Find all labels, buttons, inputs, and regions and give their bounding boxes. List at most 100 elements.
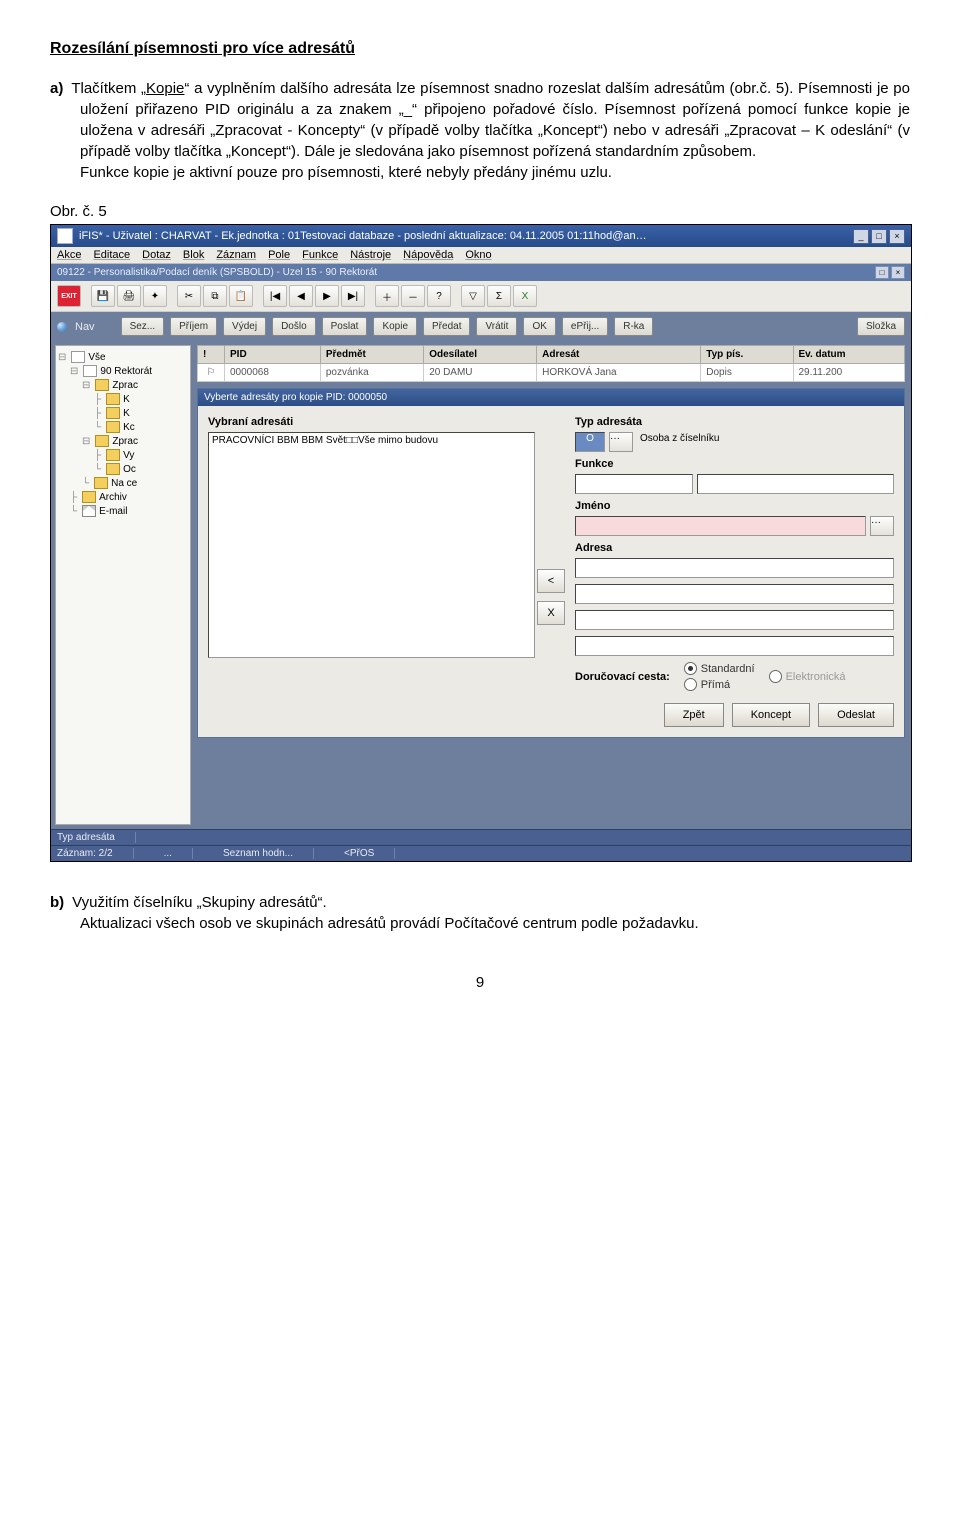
cell-excl: ⚐ bbox=[198, 364, 225, 382]
maximize-button[interactable]: □ bbox=[871, 229, 887, 244]
minimize-button[interactable]: _ bbox=[853, 229, 869, 244]
remove-recipient-button[interactable]: < bbox=[537, 569, 565, 593]
status-bar-2: Záznam: 2/2 ... Seznam hodn... <PřOS bbox=[51, 845, 911, 861]
envelope-icon bbox=[82, 505, 96, 517]
radio-electronic-label: Elektronická bbox=[786, 671, 846, 683]
add-record-icon[interactable]: ＋ bbox=[375, 285, 399, 307]
address-input-3[interactable] bbox=[575, 610, 894, 630]
status-bar: Typ adresáta bbox=[51, 829, 911, 845]
address-input-4[interactable] bbox=[575, 636, 894, 656]
nav-sez-button[interactable]: Sez... bbox=[121, 317, 165, 336]
recipient-type-lookup-button[interactable]: ··· bbox=[609, 432, 633, 452]
menu-nastroje[interactable]: Nástroje bbox=[350, 249, 391, 261]
recipient-type-code-input[interactable]: O bbox=[575, 432, 605, 452]
toolbar: EXIT 💾 🖨 ✦ ✂ ⧉ 📋 |◀ ◀ ▶ ▶| ＋ － ? ▽ Σ X bbox=[51, 281, 911, 312]
copy-icon[interactable]: ⧉ bbox=[203, 285, 227, 307]
tool-icon[interactable]: ✦ bbox=[143, 285, 167, 307]
sub-restore-button[interactable]: □ bbox=[875, 266, 889, 279]
menu-okno[interactable]: Okno bbox=[465, 249, 491, 261]
nav-doslo-button[interactable]: Došlo bbox=[272, 317, 316, 336]
print-icon[interactable]: 🖨 bbox=[117, 285, 141, 307]
tree-node-k1[interactable]: K bbox=[123, 394, 130, 405]
folder-icon bbox=[94, 477, 108, 489]
name-lookup-button[interactable]: ··· bbox=[870, 516, 894, 536]
filter-icon[interactable]: ▽ bbox=[461, 285, 485, 307]
radio-direct[interactable]: Přímá bbox=[684, 678, 755, 691]
nav-kopie-button[interactable]: Kopie bbox=[373, 317, 417, 336]
figure-label: Obr. č. 5 bbox=[50, 203, 910, 220]
nav-predat-button[interactable]: Předat bbox=[423, 317, 470, 336]
col-excl[interactable]: ! bbox=[198, 346, 225, 364]
tree-node-vy[interactable]: Vy bbox=[123, 450, 134, 461]
tree-node-archiv[interactable]: Archiv bbox=[99, 492, 127, 503]
nav-row: Nav Sez... Příjem Výdej Došlo Poslat Kop… bbox=[51, 312, 911, 341]
tree-node-zprac[interactable]: Zprac bbox=[112, 380, 138, 391]
function-input[interactable] bbox=[575, 474, 693, 494]
radio-standard[interactable]: Standardní bbox=[684, 662, 755, 675]
tree-node-email[interactable]: E-mail bbox=[99, 506, 127, 517]
col-date[interactable]: Ev. datum bbox=[793, 346, 905, 364]
folder-icon bbox=[106, 407, 120, 419]
nav-vydej-button[interactable]: Výdej bbox=[223, 317, 266, 336]
menu-blok[interactable]: Blok bbox=[183, 249, 204, 261]
close-button[interactable]: × bbox=[889, 229, 905, 244]
sum-icon[interactable]: Σ bbox=[487, 285, 511, 307]
selected-recipients-list[interactable]: PRACOVNÍCI BBM BBM Svět□□Vše mimo budovu bbox=[208, 432, 535, 658]
nav-eprij-button[interactable]: ePřij... bbox=[562, 317, 608, 336]
name-label: Jméno bbox=[575, 500, 894, 512]
save-icon[interactable]: 💾 bbox=[91, 285, 115, 307]
paste-icon[interactable]: 📋 bbox=[229, 285, 253, 307]
folder-tree[interactable]: ⊟Vše ⊟90 Rektorát ⊟Zprac ├K ├K └Kc ⊟Zpra… bbox=[55, 345, 191, 825]
back-button[interactable]: Zpět bbox=[664, 703, 724, 727]
nav-rka-button[interactable]: R-ka bbox=[614, 317, 653, 336]
tree-node-oc[interactable]: Oc bbox=[123, 464, 136, 475]
col-subject[interactable]: Předmět bbox=[320, 346, 423, 364]
col-pid[interactable]: PID bbox=[225, 346, 321, 364]
function-text-input[interactable] bbox=[697, 474, 894, 494]
nav-vratit-button[interactable]: Vrátit bbox=[476, 317, 517, 336]
nav-ok-button[interactable]: OK bbox=[523, 317, 555, 336]
name-input[interactable] bbox=[575, 516, 866, 536]
list-item[interactable]: PRACOVNÍCI BBM BBM Svět□□Vše mimo budovu bbox=[212, 435, 531, 446]
menu-dotaz[interactable]: Dotaz bbox=[142, 249, 171, 261]
tree-node-zprac2[interactable]: Zprac bbox=[112, 436, 138, 447]
next-record-icon[interactable]: ▶ bbox=[315, 285, 339, 307]
tree-node-rektorat[interactable]: 90 Rektorát bbox=[100, 366, 152, 377]
table-row[interactable]: ⚐ 0000068 pozvánka 20 DAMU HORKOVÁ Jana … bbox=[198, 364, 905, 382]
menu-zaznam[interactable]: Záznam bbox=[216, 249, 256, 261]
remove-record-icon[interactable]: － bbox=[401, 285, 425, 307]
address-input-1[interactable] bbox=[575, 558, 894, 578]
menu-pole[interactable]: Pole bbox=[268, 249, 290, 261]
tree-root[interactable]: Vše bbox=[88, 352, 105, 363]
tree-node-kc[interactable]: Kc bbox=[123, 422, 135, 433]
concept-button[interactable]: Koncept bbox=[732, 703, 810, 727]
send-button[interactable]: Odeslat bbox=[818, 703, 894, 727]
tree-node-k2[interactable]: K bbox=[123, 408, 130, 419]
excel-icon[interactable]: X bbox=[513, 285, 537, 307]
last-record-icon[interactable]: ▶| bbox=[341, 285, 365, 307]
query-icon[interactable]: ? bbox=[427, 285, 451, 307]
menu-funkce[interactable]: Funkce bbox=[302, 249, 338, 261]
cut-icon[interactable]: ✂ bbox=[177, 285, 201, 307]
address-input-2[interactable] bbox=[575, 584, 894, 604]
col-sender[interactable]: Odesílatel bbox=[424, 346, 537, 364]
exit-button[interactable]: EXIT bbox=[57, 285, 81, 307]
recipient-type-label: Typ adresáta bbox=[575, 416, 894, 428]
menubar: Akce Editace Dotaz Blok Záznam Pole Funk… bbox=[51, 247, 911, 264]
menu-napoveda[interactable]: Nápověda bbox=[403, 249, 453, 261]
prev-record-icon[interactable]: ◀ bbox=[289, 285, 313, 307]
menu-akce[interactable]: Akce bbox=[57, 249, 81, 261]
clear-recipient-button[interactable]: X bbox=[537, 601, 565, 625]
col-type[interactable]: Typ pís. bbox=[701, 346, 793, 364]
col-recipient[interactable]: Adresát bbox=[537, 346, 701, 364]
nav-poslat-button[interactable]: Poslat bbox=[322, 317, 368, 336]
first-record-icon[interactable]: |◀ bbox=[263, 285, 287, 307]
sub-close-button[interactable]: × bbox=[891, 266, 905, 279]
nav-prijem-button[interactable]: Příjem bbox=[170, 317, 217, 336]
tree-node-nace[interactable]: Na ce bbox=[111, 478, 137, 489]
folder-icon bbox=[106, 393, 120, 405]
menu-editace[interactable]: Editace bbox=[93, 249, 130, 261]
text-after: “ a vyplněním dalšího adresáta lze písem… bbox=[80, 80, 910, 160]
nav-slozka-button[interactable]: Složka bbox=[857, 317, 905, 336]
toolbar-separator bbox=[453, 286, 459, 306]
